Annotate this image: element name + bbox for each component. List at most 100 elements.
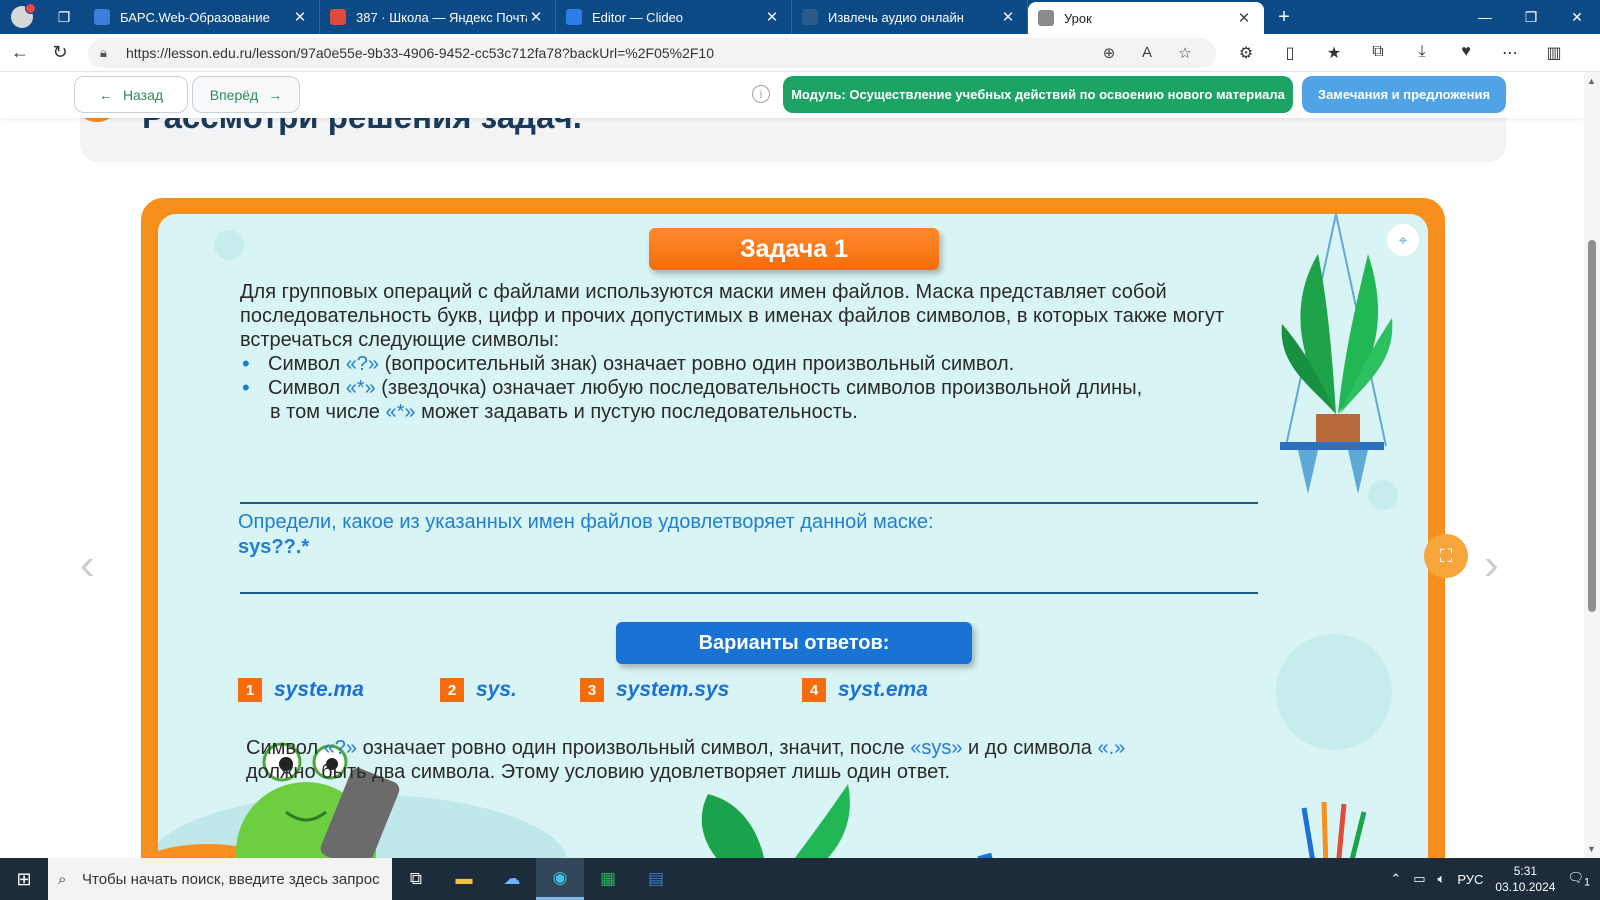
minimize-icon[interactable]: — [1462, 0, 1508, 34]
feedback-button[interactable]: Замечания и предложения [1302, 76, 1506, 113]
back-button[interactable]: ← Назад [74, 76, 188, 113]
clock[interactable]: 5:31 03.10.2024 [1495, 863, 1555, 895]
browser-tab-2[interactable]: 387 · Школа — Яндекс Почта ✕ [320, 0, 556, 34]
variants-title: Варианты ответов: [616, 622, 972, 664]
word-icon[interactable]: ▤ [632, 858, 680, 900]
tab-title: Урок [1064, 10, 1092, 26]
tab-title: Извлечь аудио онлайн [828, 9, 964, 25]
lock-icon[interactable]: 🔒︎ [100, 45, 126, 61]
back-label: Назад [122, 86, 164, 103]
clock-time: 5:31 [1513, 864, 1538, 878]
pencils-illustration [1301, 801, 1367, 858]
bullet-asterisk: Символ «*» (звездочка) означает любую по… [240, 376, 1270, 424]
scroll-down-icon[interactable]: ▼ [1587, 844, 1596, 854]
bullet-text: может задавать и пустую последовательнос… [415, 401, 858, 423]
zoom-icon[interactable]: ⊕ [1090, 44, 1128, 62]
system-tray: ⌃ ▭ 🔈︎ РУС 5:31 03.10.2024 🗨︎1 [1390, 863, 1600, 895]
url-field[interactable]: 🔒︎ https://lesson.edu.ru/lesson/97a0e55e… [88, 37, 1216, 68]
task-question: Определи, какое из указанных имен файлов… [238, 510, 934, 560]
option-number: 1 [238, 678, 262, 702]
close-tab-icon[interactable]: ✕ [763, 8, 781, 26]
focus-mode-icon[interactable]: ⌖ [1387, 224, 1419, 256]
back-arrow-icon[interactable]: ← [0, 42, 40, 63]
browser-tab-bar: ❐ БАРС.Web-Образование ✕ 387 · Школа — Я… [0, 0, 1600, 34]
divider [240, 502, 1258, 504]
bullet-question-mark: Символ «?» (вопросительный знак) означае… [240, 352, 1270, 376]
tab-actions-icon[interactable]: ❐ [44, 0, 84, 34]
forward-button[interactable]: Вперёд → [192, 76, 300, 113]
network-icon[interactable]: ▭ [1413, 871, 1425, 887]
close-tab-icon[interactable]: ✕ [999, 8, 1017, 26]
volume-icon[interactable]: 🔈︎ [1438, 871, 1446, 887]
hanging-plant-illustration [1280, 214, 1393, 494]
tray-expand-icon[interactable]: ⌃ [1390, 871, 1401, 887]
decor-bubble [1276, 634, 1392, 750]
collections-icon[interactable]: ⧉ [1356, 43, 1400, 63]
module-button[interactable]: Модуль: Осуществление учебных действий п… [783, 76, 1293, 113]
restore-icon[interactable]: ❐ [1508, 0, 1554, 34]
next-slide-icon[interactable]: › [1484, 540, 1499, 590]
divider [240, 592, 1258, 594]
scrollbar-thumb[interactable] [1588, 240, 1596, 612]
prev-slide-icon[interactable]: ‹ [80, 540, 95, 590]
close-tab-icon[interactable]: ✕ [291, 8, 309, 26]
edge-browser-icon[interactable]: ◉ [536, 858, 584, 900]
clock-date: 03.10.2024 [1495, 880, 1556, 894]
profile-button[interactable] [0, 0, 44, 34]
windows-taskbar: ⊞ ⌕ Чтобы начать поиск, введите здесь за… [0, 858, 1600, 900]
excel-icon[interactable]: ▦ [584, 858, 632, 900]
search-placeholder: Чтобы начать поиск, введите здесь запрос [82, 870, 380, 888]
close-tab-icon[interactable]: ✕ [1235, 9, 1253, 27]
language-indicator[interactable]: РУС [1457, 872, 1483, 887]
sidebar-icon[interactable]: ▥ [1532, 43, 1576, 63]
bullet-highlight: «*» [345, 377, 376, 399]
url-text[interactable]: https://lesson.edu.ru/lesson/97a0e55e-9b… [126, 45, 1090, 61]
solution-explanation: Символ «?» означает ровно один произволь… [246, 736, 1286, 784]
read-aloud-icon[interactable]: A [1128, 44, 1166, 61]
scroll-up-icon[interactable]: ▲ [1587, 76, 1596, 86]
browser-essentials-icon[interactable]: ♥ [1444, 43, 1488, 63]
option-value: syst.ema [838, 678, 928, 701]
explain-text: означает ровно один произвольный символ,… [357, 737, 911, 759]
answer-option-1[interactable]: 1 syste.ma [238, 678, 364, 702]
page-scrollbar[interactable]: ▲ ▼ [1584, 72, 1600, 858]
page-viewport: Рассмотри решения задач. ← Назад Вперёд … [0, 72, 1600, 858]
option-value: system.sys [616, 678, 730, 701]
search-icon: ⌕ [58, 870, 67, 888]
forward-label: Вперёд [209, 86, 259, 103]
leaves-illustration [701, 784, 850, 858]
extensions-icon[interactable]: ⚙ [1224, 43, 1268, 63]
browser-tab-3[interactable]: Editor — Clideo ✕ [556, 0, 792, 34]
browser-tab-4[interactable]: Извлечь аудио онлайн ✕ [792, 0, 1028, 34]
answer-option-4[interactable]: 4 syst.ema [802, 678, 928, 702]
more-icon[interactable]: ⋯ [1488, 43, 1532, 63]
browser-tab-1[interactable]: БАРС.Web-Образование ✕ [84, 0, 320, 34]
arrow-left-icon: ← [98, 86, 113, 103]
task-view-icon[interactable]: ⧉ [392, 858, 440, 900]
favorites-icon[interactable]: ★ [1312, 43, 1356, 63]
notifications-icon[interactable]: 🗨︎1 [1567, 870, 1590, 889]
taskbar-search[interactable]: ⌕ Чтобы начать поиск, введите здесь запр… [48, 858, 392, 900]
browser-toolbar: ⚙ ▯ ★ ⧉ ⤓ ♥ ⋯ ▥ [1224, 43, 1576, 63]
cloud-app-icon[interactable]: ☁ [488, 858, 536, 900]
answer-option-2[interactable]: 2 sys. [440, 678, 517, 702]
address-bar: ← ↻ 🔒︎ https://lesson.edu.ru/lesson/97a0… [0, 34, 1600, 72]
file-explorer-icon[interactable]: ▬ [440, 858, 488, 900]
info-icon[interactable]: i [752, 85, 770, 103]
answer-option-3[interactable]: 3 system.sys [580, 678, 729, 702]
downloads-icon[interactable]: ⤓ [1400, 43, 1444, 63]
windows-start-icon[interactable]: ⊞ [0, 858, 48, 900]
explain-highlight: «?» [323, 737, 358, 759]
close-window-icon[interactable]: ✕ [1554, 0, 1600, 34]
task-title-badge: Задача 1 [649, 228, 939, 270]
play-icon [566, 9, 582, 25]
browser-tab-5-active[interactable]: Урок ✕ [1028, 2, 1264, 34]
refresh-icon[interactable]: ↻ [40, 42, 80, 63]
close-tab-icon[interactable]: ✕ [527, 8, 545, 26]
fullscreen-icon[interactable]: ⛶ [1424, 534, 1468, 578]
bullet-highlight: «?» [345, 353, 380, 375]
favorite-star-icon[interactable]: ☆ [1166, 44, 1204, 62]
new-tab-icon[interactable]: + [1264, 0, 1304, 34]
split-screen-icon[interactable]: ▯ [1268, 43, 1312, 63]
tab-title: Editor — Clideo [592, 9, 684, 25]
